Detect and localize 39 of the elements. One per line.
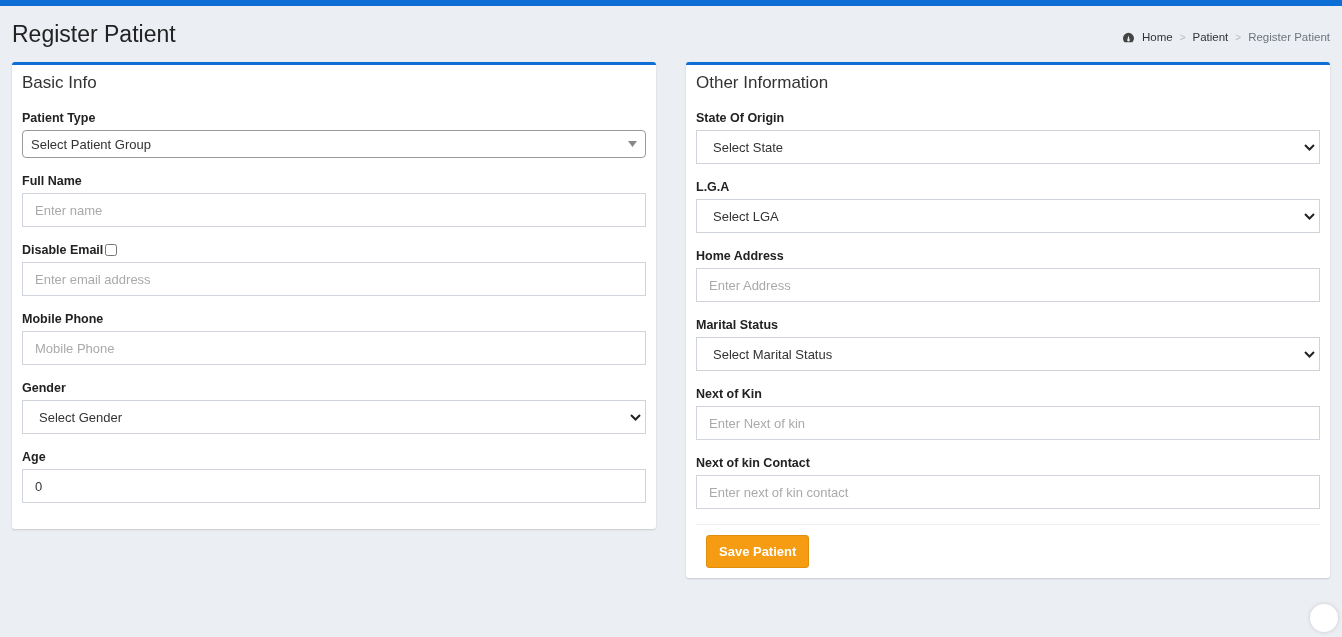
- field-label: Age: [22, 450, 46, 464]
- field-label: L.G.A: [696, 180, 730, 194]
- select-field[interactable]: Select State: [696, 130, 1320, 164]
- input-field[interactable]: Enter name: [22, 193, 646, 227]
- chevron-icon: [630, 413, 641, 421]
- page-title: Register Patient: [12, 20, 176, 48]
- input-field[interactable]: Mobile Phone: [22, 331, 646, 365]
- input-field[interactable]: Enter next of kin contact: [696, 475, 1320, 509]
- field-label: Gender: [22, 381, 66, 395]
- chevron-icon: [1304, 212, 1315, 220]
- field-label: Mobile Phone: [22, 312, 104, 326]
- breadcrumb-link[interactable]: Home: [1142, 31, 1173, 43]
- card-title: Basic Info: [22, 73, 98, 93]
- field-label: Next of kin Contact: [696, 456, 810, 470]
- breadcrumb-current: Register Patient: [1248, 31, 1330, 43]
- select-field[interactable]: Select Patient Group: [22, 130, 646, 158]
- field-label: Next of Kin: [696, 387, 762, 401]
- select-field[interactable]: Select Marital Status: [696, 337, 1320, 371]
- caret-icon: [628, 141, 637, 147]
- field-label: Patient Type: [22, 111, 96, 125]
- checkbox[interactable]: [105, 244, 118, 256]
- input-field[interactable]: Enter Next of kin: [696, 406, 1320, 440]
- field-label: Disable Email: [22, 243, 104, 257]
- field-label: Full Name: [22, 174, 82, 188]
- chevron-icon: [1304, 143, 1315, 151]
- dashboard-icon: [1122, 31, 1135, 43]
- field-label: Marital Status: [696, 318, 778, 332]
- card-title: Other Information: [696, 73, 830, 93]
- field-label: Home Address: [696, 249, 784, 263]
- breadcrumb-link[interactable]: Patient: [1192, 31, 1229, 43]
- breadcrumb-separator: >: [1179, 31, 1186, 43]
- select-field[interactable]: Select Gender: [22, 400, 646, 434]
- chevron-icon: [1304, 350, 1315, 358]
- input-field[interactable]: 0: [22, 469, 646, 503]
- field-label: State Of Origin: [696, 111, 785, 125]
- input-field[interactable]: Enter Address: [696, 268, 1320, 302]
- breadcrumb-separator: >: [1235, 31, 1242, 43]
- input-field[interactable]: Enter email address: [22, 262, 646, 296]
- select-field[interactable]: Select LGA: [696, 199, 1320, 233]
